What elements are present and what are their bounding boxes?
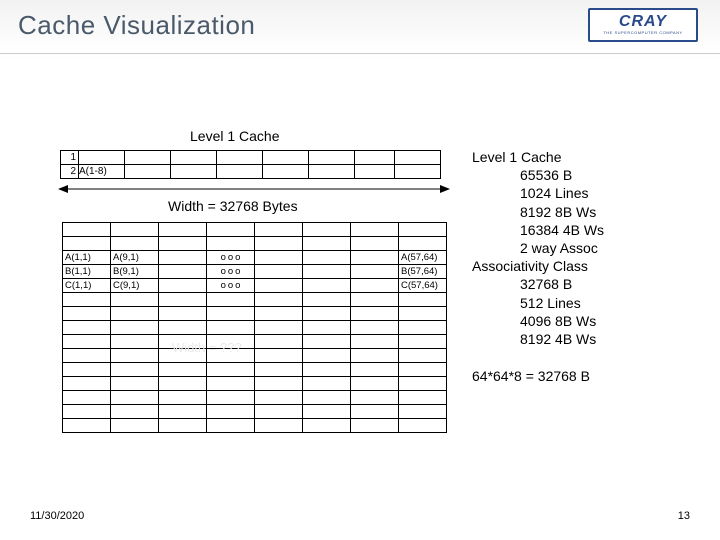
ellipsis: ooo <box>207 251 255 265</box>
cell: B(9,1) <box>111 265 159 279</box>
table-row <box>63 391 447 405</box>
spec-line: 4096 8B Ws <box>472 312 604 330</box>
table-row: 2 A(1-8) <box>61 165 441 179</box>
brand-logo: CRAY THE SUPERCOMPUTER COMPANY <box>588 8 698 42</box>
spec-head: Level 1 Cache <box>472 148 604 166</box>
cell: C(57,64) <box>399 279 447 293</box>
spec-line: 65536 B <box>472 166 604 184</box>
table-row <box>63 321 447 335</box>
spec-line: 32768 B <box>472 275 604 293</box>
table-row: 1 <box>61 151 441 165</box>
table-row <box>63 293 447 307</box>
cell: A(57,64) <box>399 251 447 265</box>
cell-a18: A(1-8) <box>79 165 125 179</box>
spec-line: 8192 4B Ws <box>472 330 604 348</box>
cache-top-table: 1 2 A(1-8) <box>60 150 441 179</box>
spec-head: Associativity Class <box>472 257 604 275</box>
cache-grid: A(1,1) A(9,1) ooo A(57,64) B(1,1) B(9,1)… <box>62 222 447 433</box>
table-row <box>63 363 447 377</box>
ellipsis: ooo <box>207 279 255 293</box>
footer-date: 11/30/2020 <box>30 510 84 522</box>
logo-text: CRAY <box>619 14 667 30</box>
ellipsis: ooo <box>207 265 255 279</box>
table-row <box>63 419 447 433</box>
footer-page: 13 <box>678 510 690 522</box>
diagram-heading: Level 1 Cache <box>190 128 280 144</box>
table-row <box>63 223 447 237</box>
logo-box: CRAY THE SUPERCOMPUTER COMPANY <box>588 8 698 42</box>
table-row: B(1,1) B(9,1) ooo B(57,64) <box>63 265 447 279</box>
width-arrow <box>58 182 450 196</box>
spec-line: 512 Lines <box>472 294 604 312</box>
faded-width-label: Width = ??? <box>172 340 242 355</box>
spec-line: 2 way Assoc <box>472 239 604 257</box>
spec-line: 16384 4B Ws <box>472 221 604 239</box>
cell: C(9,1) <box>111 279 159 293</box>
specs-block: Level 1 Cache 65536 B 1024 Lines 8192 8B… <box>472 148 604 348</box>
cell: C(1,1) <box>63 279 111 293</box>
cell: A(1,1) <box>63 251 111 265</box>
table-row: C(1,1) C(9,1) ooo C(57,64) <box>63 279 447 293</box>
table-row <box>63 377 447 391</box>
table-row <box>63 307 447 321</box>
row-index: 2 <box>61 165 79 179</box>
cell: B(57,64) <box>399 265 447 279</box>
spec-line: 8192 8B Ws <box>472 203 604 221</box>
cell: B(1,1) <box>63 265 111 279</box>
row-index: 1 <box>61 151 79 165</box>
page-title: Cache Visualization <box>18 10 255 41</box>
table-row: A(1,1) A(9,1) ooo A(57,64) <box>63 251 447 265</box>
table-row <box>63 349 447 363</box>
calc-line: 64*64*8 = 32768 B <box>472 368 590 384</box>
table-row <box>63 335 447 349</box>
slide: Cache Visualization CRAY THE SUPERCOMPUT… <box>0 0 720 540</box>
table-row <box>63 405 447 419</box>
cell: A(9,1) <box>111 251 159 265</box>
logo-tagline: THE SUPERCOMPUTER COMPANY <box>603 30 682 36</box>
table-row <box>63 237 447 251</box>
width-label: Width = 32768 Bytes <box>164 198 302 214</box>
spec-line: 1024 Lines <box>472 184 604 202</box>
